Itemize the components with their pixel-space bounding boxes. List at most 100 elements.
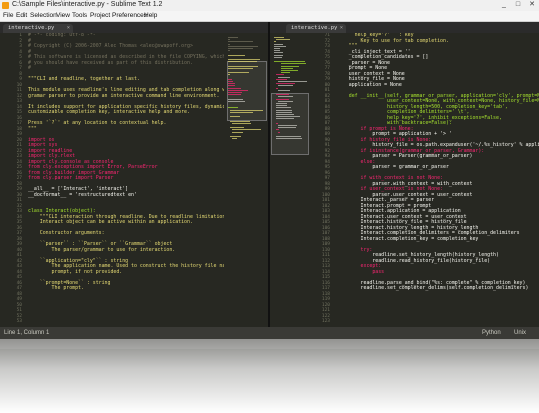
minimap-line: [228, 72, 250, 74]
minimap-line: [228, 87, 242, 89]
tab-close-icon[interactable]: ×: [67, 24, 70, 33]
minimap-line: [230, 120, 251, 122]
tab-interactive-py-left[interactable]: interactive.py ×: [3, 24, 73, 33]
minimap-line: [228, 83, 235, 85]
minimize-button[interactable]: _: [497, 1, 511, 9]
minimap-line: [228, 50, 230, 52]
minimap-line: [278, 89, 290, 91]
syntax-selector[interactable]: Python: [482, 327, 501, 339]
minimap-line: [276, 83, 295, 85]
reflection-fade: [0, 339, 539, 413]
menu-preferences[interactable]: Preferences: [112, 12, 147, 19]
tab-label: interactive.py: [8, 25, 55, 31]
minimap-line: [274, 50, 280, 52]
minimap-line: [228, 74, 230, 76]
minimap-line: [274, 56, 283, 58]
minimap-line: [278, 81, 307, 82]
minimap-line: [276, 111, 293, 113]
minimap-line: [276, 107, 292, 109]
menu-file[interactable]: File: [3, 12, 13, 19]
menu-selection[interactable]: Selection: [30, 12, 57, 19]
line-number-gutter: 1 2 3 4 5 6 7 8 9 10 11 12 13 14 15 16 17 18 19 20 21 22 23 24 2…: [0, 33, 24, 327]
minimap-line: [278, 96, 294, 98]
minimap-line: [230, 136, 241, 137]
minimap-line: [230, 127, 244, 129]
minimap-line: [228, 98, 244, 100]
minimap-line: [274, 61, 306, 63]
code-line: readline.set_completer_delims(self.compl…: [337, 285, 529, 291]
minimap-line: [278, 127, 296, 129]
right-editor-pane[interactable]: 71 72 73 74 75 76 77 78 79 80 81 82 83 84 85 86 87 88 89 90…: [270, 33, 539, 327]
minimap-line: [228, 92, 242, 93]
minimap-line: [276, 103, 288, 104]
minimap-line: [228, 54, 246, 56]
code-area[interactable]: # -*- coding: utf-8 -*- # # Copyright (C) …: [28, 33, 224, 325]
minimap-line: [232, 122, 251, 124]
minimap-line: [276, 116, 301, 118]
menu-bar: File Edit Selection View Tools Project P…: [0, 11, 539, 22]
minimap-line: [276, 105, 287, 107]
minimap-line: [280, 72, 291, 74]
menu-edit[interactable]: Edit: [16, 12, 27, 19]
left-tab-bar: interactive.py ×: [0, 22, 268, 33]
minimap-line: [276, 78, 287, 80]
line-number-gutter: 71 72 73 74 75 76 77 78 79 80 81 82 83 84 85 86 87 88 89 90…: [310, 33, 332, 327]
menu-project[interactable]: Project: [90, 12, 110, 19]
minimap-line: [228, 65, 259, 67]
minimap-line: [230, 111, 254, 113]
minimap[interactable]: [270, 33, 310, 327]
minimap-line: [232, 138, 237, 140]
line-endings-indicator[interactable]: Unix: [514, 327, 526, 339]
minimap-line: [278, 85, 294, 87]
tab-close-icon[interactable]: ×: [340, 24, 343, 33]
minimap-line: [276, 138, 302, 140]
minimap-line: [276, 129, 280, 131]
minimap-line: [274, 43, 284, 45]
minimap-line: [228, 61, 258, 63]
tab-interactive-py-right[interactable]: interactive.py ×: [286, 24, 346, 33]
window-reflection: [0, 339, 539, 413]
code-line: gramar parser to provide an interactive …: [28, 92, 220, 99]
sublime-app-icon: [2, 2, 9, 9]
minimap-line: [280, 65, 299, 67]
minimap-line: [276, 114, 294, 115]
minimap-line: [228, 45, 259, 47]
right-tab-bar: interactive.py ×: [270, 22, 539, 33]
minimap-line: [228, 78, 233, 80]
minimap-line: [228, 89, 248, 91]
menu-help[interactable]: Help: [144, 12, 157, 19]
minimap-line: [230, 109, 264, 111]
minimap-line: [276, 136, 302, 137]
minimap-line: [274, 48, 281, 49]
minimap-line: [278, 131, 280, 133]
menu-tools[interactable]: Tools: [72, 12, 87, 19]
minimap[interactable]: [226, 33, 268, 327]
minimap-line: [232, 129, 262, 131]
minimap-line: [274, 52, 283, 54]
minimap-line: [230, 116, 240, 118]
minimap-line: [228, 48, 254, 49]
line-number: 53: [16, 319, 22, 324]
menu-view[interactable]: View: [56, 12, 70, 19]
minimap-line: [276, 94, 289, 96]
left-editor-pane[interactable]: 1 2 3 4 5 6 7 8 9 10 11 12 13 14 15 16 17 18 19 20 21 22 23 24 2…: [0, 33, 268, 327]
tab-label: interactive.py: [291, 25, 338, 31]
minimap-line: [276, 74, 285, 76]
minimap-line: [276, 122, 278, 124]
minimap-line: [274, 41, 276, 43]
minimap-line: [228, 37, 239, 38]
minimap-line: [228, 107, 239, 109]
minimap-line: [274, 45, 287, 47]
maximize-button[interactable]: □: [511, 1, 525, 9]
minimap-line: [228, 39, 230, 41]
minimap-line: [276, 98, 289, 100]
code-area[interactable]: ``help_key='?'`` : key Key to use for ta…: [337, 33, 539, 325]
minimap-line: [280, 70, 299, 71]
close-window-button[interactable]: ✕: [525, 1, 539, 9]
minimap-line: [232, 131, 243, 133]
minimap-line: [276, 109, 293, 111]
sublime-window: C:\Sample Files\interactive.py - Sublime…: [0, 0, 539, 339]
minimap-line: [274, 37, 284, 38]
